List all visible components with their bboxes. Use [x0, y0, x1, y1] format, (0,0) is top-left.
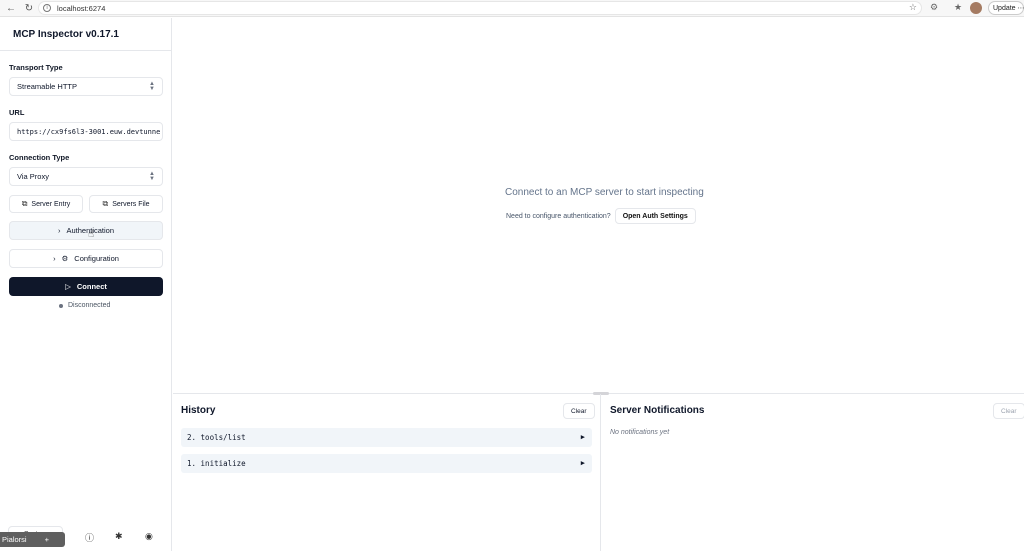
server-entry-label: Server Entry [31, 200, 71, 208]
configuration-toggle[interactable]: › ⚙ Configuration [9, 249, 163, 268]
history-item[interactable]: 2. tools/list ▶ [181, 428, 592, 447]
divider [0, 50, 171, 51]
address-bar[interactable]: i localhost:6274 ☆ [38, 1, 922, 15]
transport-type-select[interactable]: Streamable HTTP ▲ ▼ [9, 77, 163, 96]
copy-icon: ⧉ [21, 199, 28, 208]
add-icon[interactable]: + [45, 535, 49, 544]
connection-status: Disconnected [59, 302, 110, 309]
chevron-updown-icon: ▲ ▼ [149, 171, 155, 182]
back-arrow-icon[interactable]: ← [4, 1, 18, 15]
taskbar-tab[interactable]: Pialorsi + [0, 532, 65, 547]
help-icon[interactable]: ⓘ [85, 531, 94, 544]
connect-prompt: Connect to an MCP server to start inspec… [505, 187, 704, 198]
github-icon[interactable]: ◉ [145, 531, 153, 542]
history-item-label: 1. initialize [187, 459, 246, 468]
expand-triangle-icon[interactable]: ▶ [581, 459, 585, 467]
taskbar-label: Pialorsi [2, 535, 27, 544]
auth-prompt-row: Need to configure authentication? Open A… [506, 208, 696, 224]
history-clear-button[interactable]: Clear [563, 403, 595, 419]
connection-type-select[interactable]: Via Proxy ▲ ▼ [9, 167, 163, 186]
history-item[interactable]: 1. initialize ▶ [181, 454, 592, 473]
url-label: URL [9, 108, 25, 117]
empty-notifications-text: No notifications yet [610, 429, 670, 436]
play-icon: ▷ [65, 282, 71, 291]
servers-file-button[interactable]: ⧉ Servers File [89, 195, 163, 213]
mouse-cursor-icon: ☝ [88, 229, 95, 240]
gear-icon: ⚙ [61, 254, 69, 263]
update-button[interactable]: Update ⋯ [988, 1, 1024, 15]
chevron-right-icon: › [57, 226, 61, 235]
history-item-label: 2. tools/list [187, 433, 246, 442]
resize-handle[interactable] [593, 392, 609, 395]
connect-button[interactable]: ▷ Connect [9, 277, 163, 296]
update-label: Update [993, 4, 1016, 12]
reload-icon[interactable]: ↻ [22, 1, 36, 15]
url-input[interactable]: https://cx9fs6l3-3001.euw.devtunne [9, 122, 163, 141]
connection-type-value: Via Proxy [17, 172, 49, 181]
copy-icon: ⧉ [102, 199, 109, 208]
transport-type-label: Transport Type [9, 63, 63, 72]
auth-question-text: Need to configure authentication? [506, 212, 611, 220]
url-text: localhost:6274 [57, 3, 106, 13]
favorites-icon[interactable]: ★ [954, 2, 962, 13]
servers-file-label: Servers File [112, 200, 150, 208]
panel-vertical-divider [600, 394, 601, 551]
expand-triangle-icon[interactable]: ▶ [581, 433, 585, 441]
chevron-right-icon: › [53, 254, 56, 263]
connect-label: Connect [76, 282, 107, 291]
chevron-updown-icon: ▲ ▼ [149, 81, 155, 92]
server-entry-button[interactable]: ⧉ Server Entry [9, 195, 83, 213]
history-title: History [181, 405, 216, 416]
notifications-title: Server Notifications [610, 405, 705, 416]
transport-type-value: Streamable HTTP [17, 82, 78, 91]
status-dot-icon [59, 303, 63, 308]
site-info-icon[interactable]: i [43, 4, 51, 12]
connection-type-label: Connection Type [9, 153, 70, 162]
configuration-label: Configuration [74, 254, 119, 263]
app-title: MCP Inspector v0.17.1 [13, 29, 119, 40]
status-text: Disconnected [68, 302, 111, 309]
authentication-toggle[interactable]: › Authentication [9, 221, 163, 240]
sidebar: MCP Inspector v0.17.1 Transport Type Str… [0, 18, 172, 551]
notifications-clear-button[interactable]: Clear [993, 403, 1024, 419]
profile-avatar[interactable] [970, 2, 982, 14]
favorite-star-icon[interactable]: ☆ [909, 2, 917, 13]
extensions-icon[interactable]: ⚙ [930, 2, 938, 13]
browser-toolbar: ← ↻ i localhost:6274 ☆ ⚙ ★ Update ⋯ [0, 0, 1024, 17]
more-icon[interactable]: ⋯ [1018, 4, 1024, 12]
bug-icon[interactable]: ✱ [115, 531, 123, 542]
open-auth-settings-button[interactable]: Open Auth Settings [614, 208, 696, 224]
